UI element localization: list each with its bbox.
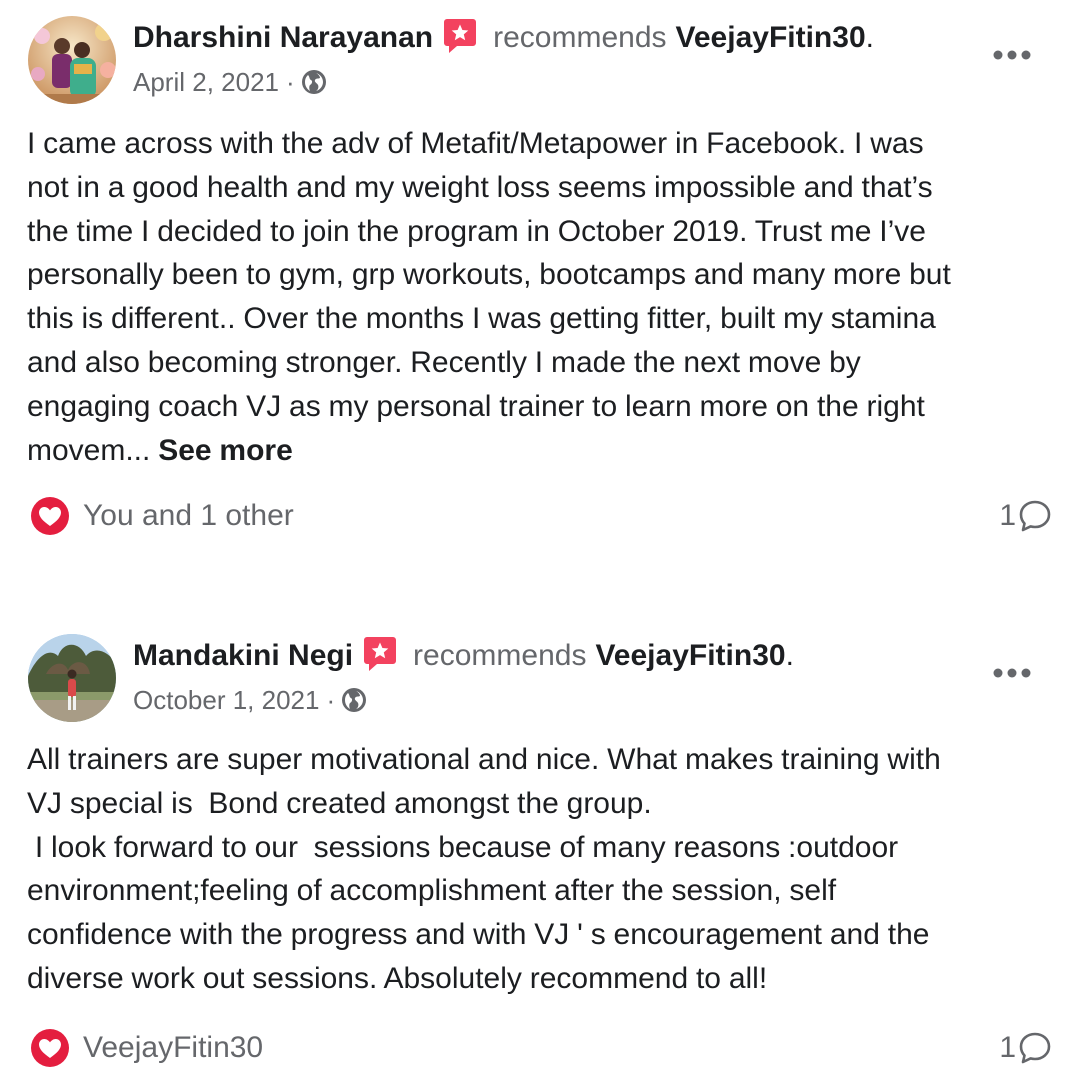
post-body-text: All trainers are super motivational and … [27,743,941,995]
see-more-link[interactable]: See more [158,434,293,467]
period: . [865,21,874,54]
comment-count-button[interactable]: 1 [999,496,1052,536]
period: . [785,639,794,672]
reaction-summary[interactable]: You and 1 other [30,496,294,536]
recommends-label: recommends [413,639,587,672]
post-date[interactable]: April 2, 2021 [133,67,279,98]
author-name[interactable]: Mandakini Negi [133,639,353,673]
comment-count: 1 [999,1031,1016,1064]
post-date[interactable]: October 1, 2021 [133,685,319,716]
comment-bubble-icon [1019,500,1051,532]
more-options-button[interactable] [990,40,1034,70]
globe-icon[interactable] [341,687,367,713]
post-body-text: I came across with the adv of Metafit/Me… [27,127,951,467]
post-header: Dharshini Narayanan recommends VeejayFit… [133,16,874,60]
recommend-badge-icon [443,17,477,55]
reaction-text: VeejayFitin30 [83,1031,264,1064]
post-body: I came across with the adv of Metafit/Me… [27,122,1062,472]
heart-icon [31,497,69,535]
heart-icon [31,1029,69,1067]
page-link[interactable]: VeejayFitin30 [595,639,785,673]
comment-bubble-icon [1019,1032,1051,1064]
more-options-button[interactable] [990,658,1034,688]
comment-count: 1 [999,499,1016,532]
reviews-feed: Dharshini Narayanan recommends VeejayFit… [0,0,1080,1080]
meta-separator: · [285,66,295,97]
reaction-text: You and 1 other [83,499,294,532]
comment-count-button[interactable]: 1 [999,1028,1052,1068]
recommends-label: recommends [493,21,667,54]
meta-separator: · [326,684,336,715]
author-name[interactable]: Dharshini Narayanan [133,21,433,55]
more-dots-icon [993,668,1031,678]
more-dots-icon [993,50,1031,60]
avatar[interactable] [28,634,116,722]
post-meta: April 2, 2021 · [133,64,327,100]
post-body: All trainers are super motivational and … [27,738,1062,1001]
reaction-summary[interactable]: VeejayFitin30 [30,1028,263,1068]
page-link[interactable]: VeejayFitin30 [676,21,866,55]
globe-icon[interactable] [301,69,327,95]
post-meta: October 1, 2021 · [133,682,367,718]
recommend-badge-icon [363,635,397,673]
avatar[interactable] [28,16,116,104]
post-header: Mandakini Negi recommends VeejayFitin30 … [133,634,794,678]
